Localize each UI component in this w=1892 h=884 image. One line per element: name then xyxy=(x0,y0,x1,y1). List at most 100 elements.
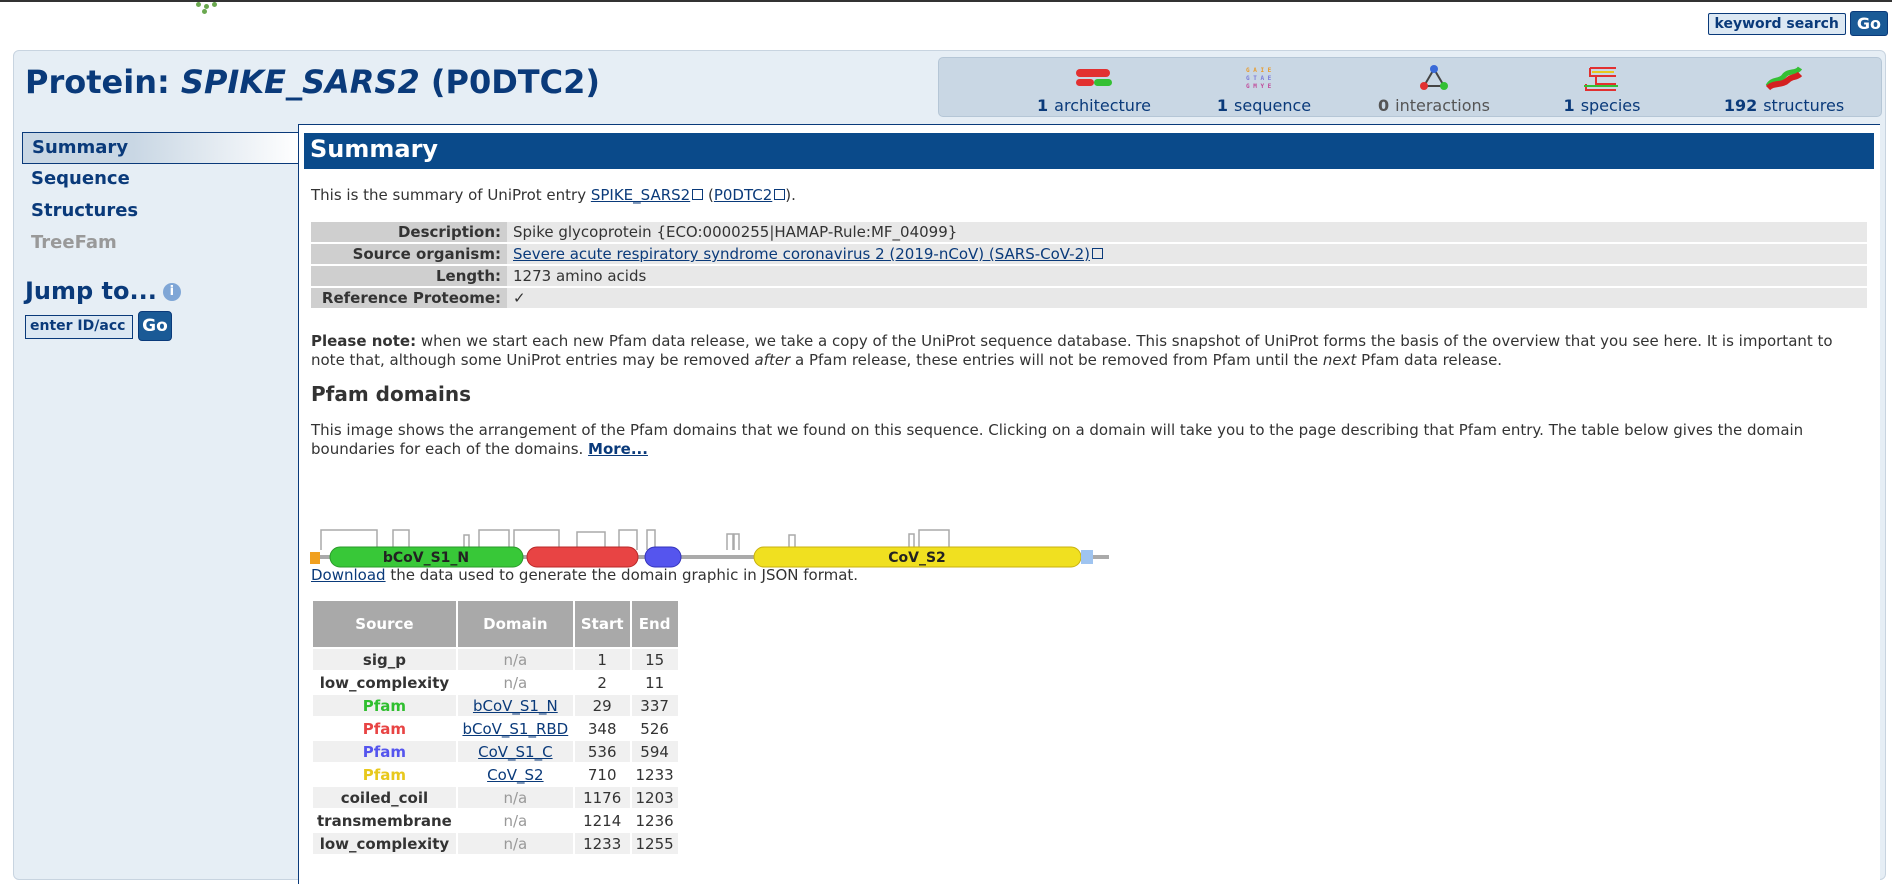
sequence-link[interactable]: G A I EG T A EG M Y E 1 sequence xyxy=(1174,64,1354,115)
source-cell: Pfam xyxy=(313,695,456,716)
interactions-icon xyxy=(1414,64,1454,92)
section-heading: Summary xyxy=(304,133,1874,169)
length-value: 1273 amino acids xyxy=(507,266,1867,286)
domain-cell: n/a xyxy=(457,833,573,854)
domain-link[interactable]: CoV_S1_C xyxy=(478,743,552,761)
table-row: Source organism: Severe acute respirator… xyxy=(311,244,1867,264)
domain-cov-s1-c xyxy=(644,546,682,568)
domain-cell: n/a xyxy=(457,672,573,693)
domain-bcov-s1-rbd xyxy=(526,546,639,568)
start-cell: 536 xyxy=(574,741,630,762)
svg-text:G A I E: G A I E xyxy=(1246,67,1272,74)
start-cell: 710 xyxy=(574,764,630,785)
search-go-button[interactable]: Go xyxy=(1849,11,1888,36)
table-row: sig_p n/a 1 15 xyxy=(313,649,678,670)
domain-cell[interactable]: CoV_S1_C xyxy=(457,741,573,762)
source-cell: low_complexity xyxy=(313,833,456,854)
start-cell: 1214 xyxy=(574,810,630,831)
more-link[interactable]: More... xyxy=(588,440,648,458)
table-row: Description: Spike glycoprotein {ECO:000… xyxy=(311,222,1867,242)
sidebar-item-structures[interactable]: Structures xyxy=(22,196,300,228)
keyword-search-button[interactable]: keyword search xyxy=(1707,12,1846,35)
domain-cell: n/a xyxy=(457,787,573,808)
download-text: Download the data used to generate the d… xyxy=(311,566,859,584)
architecture-link[interactable]: 1 architecture xyxy=(1004,64,1184,115)
external-link-icon xyxy=(1092,248,1103,259)
structures-link[interactable]: 192 structures xyxy=(1694,64,1874,115)
external-link-icon xyxy=(774,189,786,200)
domain-cell[interactable]: bCoV_S1_N xyxy=(457,695,573,716)
interactions-link[interactable]: 0 interactions xyxy=(1344,64,1524,115)
top-border xyxy=(0,0,1892,2)
check-icon: ✓ xyxy=(507,288,1867,308)
pfam-domains-heading: Pfam domains xyxy=(311,382,472,406)
table-row: Pfam CoV_S1_C 536 594 xyxy=(313,741,678,762)
domain-link[interactable]: CoV_S2 xyxy=(487,766,543,784)
intro-text: This is the summary of UniProt entry SPI… xyxy=(311,186,796,204)
table-row: Pfam bCoV_S1_RBD 348 526 xyxy=(313,718,678,739)
domain-cell[interactable]: CoV_S2 xyxy=(457,764,573,785)
domain-cell: n/a xyxy=(457,649,573,670)
download-link[interactable]: Download xyxy=(311,566,386,584)
end-cell: 526 xyxy=(631,718,678,739)
source-cell: low_complexity xyxy=(313,672,456,693)
table-row: Pfam bCoV_S1_N 29 337 xyxy=(313,695,678,716)
end-cell: 337 xyxy=(631,695,678,716)
start-cell: 29 xyxy=(574,695,630,716)
transmembrane-mark xyxy=(1081,550,1093,564)
keyword-search-area: keyword search Go xyxy=(1707,11,1888,36)
structures-icon xyxy=(1764,64,1804,92)
source-cell: Pfam xyxy=(313,741,456,762)
start-cell: 348 xyxy=(574,718,630,739)
jump-go-button[interactable]: Go xyxy=(138,311,172,341)
table-row: coiled_coil n/a 1176 1203 xyxy=(313,787,678,808)
domain-table: Source Domain Start End sig_p n/a 1 15 low_c… xyxy=(311,599,680,856)
source-cell: transmembrane xyxy=(313,810,456,831)
end-cell: 15 xyxy=(631,649,678,670)
table-row: low_complexity n/a 1233 1255 xyxy=(313,833,678,854)
start-cell: 1 xyxy=(574,649,630,670)
source-cell: Pfam xyxy=(313,764,456,785)
source-cell: coiled_coil xyxy=(313,787,456,808)
info-icon[interactable]: i xyxy=(162,283,181,301)
source-cell: sig_p xyxy=(313,649,456,670)
properties-table: Description: Spike glycoprotein {ECO:000… xyxy=(311,220,1867,310)
species-link[interactable]: 1 species xyxy=(1512,64,1692,115)
architecture-icon xyxy=(1074,64,1114,92)
end-cell: 1236 xyxy=(631,810,678,831)
table-header-row: Source Domain Start End xyxy=(313,601,678,647)
summary-content: Summary This is the summary of UniProt e… xyxy=(298,124,1880,884)
domain-link[interactable]: bCoV_S1_RBD xyxy=(462,720,568,738)
domain-graphic: bCoV_S1_N CoV_S2 xyxy=(310,529,1109,568)
sidebar-nav: Summary Sequence Structures TreeFam xyxy=(22,132,300,260)
sidebar-item-sequence[interactable]: Sequence xyxy=(22,164,300,196)
table-row: Pfam CoV_S2 710 1233 xyxy=(313,764,678,785)
pfam-description: This image shows the arrangement of the … xyxy=(311,421,1804,458)
table-row: low_complexity n/a 2 11 xyxy=(313,672,678,693)
page-title: Protein: SPIKE_SARS2 (P0DTC2) xyxy=(25,63,600,101)
release-note: Please note: when we start each new Pfam… xyxy=(311,332,1833,369)
sequence-icon: G A I EG T A EG M Y E xyxy=(1244,64,1284,92)
external-link-icon xyxy=(692,189,704,200)
end-cell: 11 xyxy=(631,672,678,693)
signal-peptide-mark xyxy=(310,552,320,564)
table-row: transmembrane n/a 1214 1236 xyxy=(313,810,678,831)
uniprot-entry-link[interactable]: SPIKE_SARS2 xyxy=(591,186,690,204)
table-row: Reference Proteome: ✓ xyxy=(311,288,1867,308)
svg-text:G M Y E: G M Y E xyxy=(1246,83,1272,90)
sidebar-item-summary[interactable]: Summary xyxy=(22,132,300,164)
source-organism-link[interactable]: Severe acute respiratory syndrome corona… xyxy=(513,245,1090,263)
domain-link[interactable]: bCoV_S1_N xyxy=(473,697,558,715)
domain-table-body: sig_p n/a 1 15 low_complexity n/a 2 11 Pfam bCoV_… xyxy=(313,649,678,854)
jump-to-heading: Jump to... i xyxy=(25,277,181,305)
domain-cell[interactable]: bCoV_S1_RBD xyxy=(457,718,573,739)
species-icon xyxy=(1582,64,1622,92)
table-row: Length: 1273 amino acids xyxy=(311,266,1867,286)
domain-cell: n/a xyxy=(457,810,573,831)
domain-label: bCoV_S1_N xyxy=(383,550,469,566)
end-cell: 594 xyxy=(631,741,678,762)
sidebar-item-treefam: TreeFam xyxy=(31,232,117,253)
jump-to-input[interactable]: enter ID/acc xyxy=(25,315,133,339)
summary-icon-bar: 1 architecture G A I EG T A EG M Y E 1 seq… xyxy=(938,57,1882,117)
uniprot-accession-link[interactable]: P0DTC2 xyxy=(714,186,772,204)
